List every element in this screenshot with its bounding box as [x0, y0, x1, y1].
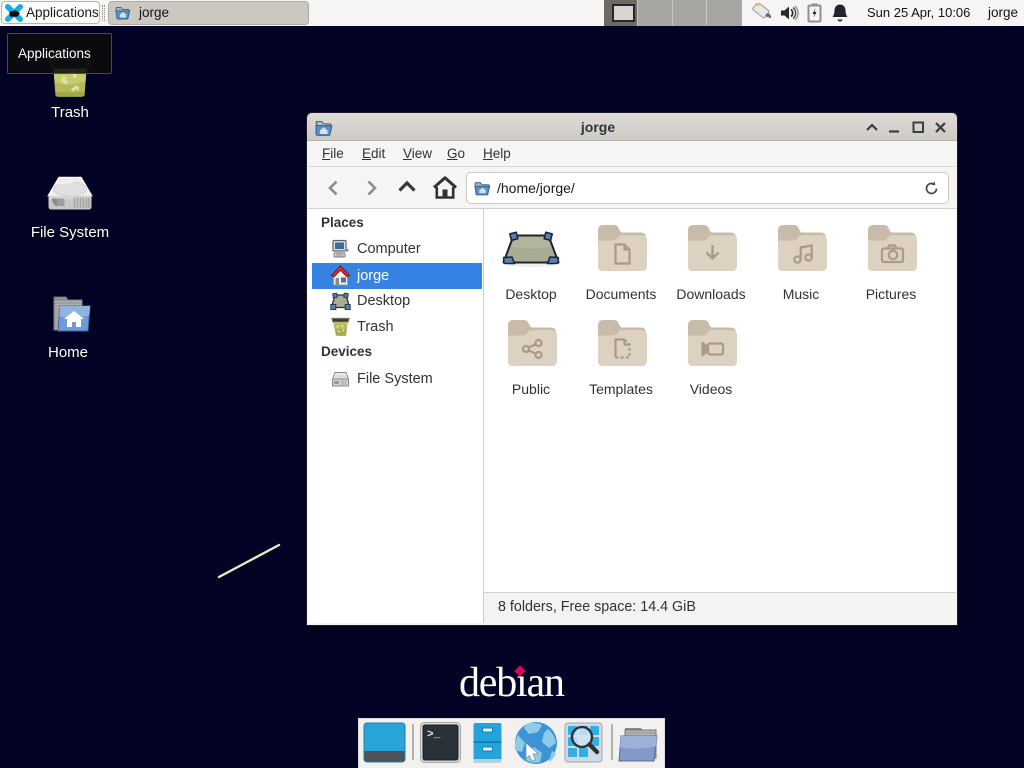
- svg-text:>_: >_: [427, 729, 441, 741]
